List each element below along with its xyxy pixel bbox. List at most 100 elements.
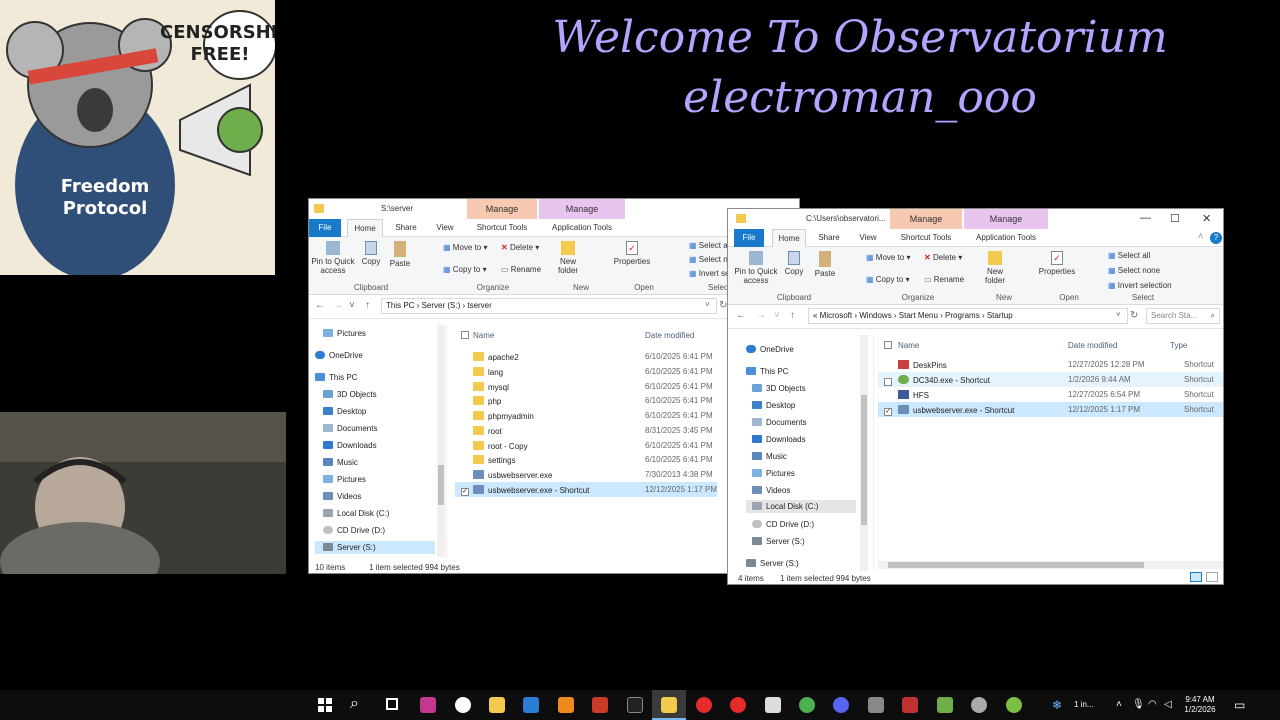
tab-home[interactable]: Home [772,229,806,247]
new-folder-button[interactable]: New folder [980,251,1010,285]
app-icon-red[interactable] [592,697,608,713]
refresh-icon[interactable]: ↻ [1130,310,1138,321]
properties-button[interactable]: ✓ Properties [1038,251,1076,276]
breadcrumb-2[interactable]: Start Menu [899,311,938,320]
app-icon-lime[interactable] [1006,697,1022,713]
details-view-icon[interactable] [1190,572,1202,582]
rename-button[interactable]: ▭ Rename [501,265,541,274]
paste-button[interactable]: Paste [812,251,838,278]
tray-notification-label[interactable]: 1 in... [1074,690,1094,720]
start-icon[interactable] [318,698,332,712]
nav-item-videos[interactable]: Videos [752,486,790,495]
invert-selection-button[interactable]: ▦ Invert se [689,269,729,278]
discord-icon[interactable] [833,697,849,713]
vlc-icon[interactable] [558,697,574,713]
address-dropdown-icon[interactable]: ˅ [705,300,710,309]
opera-icon[interactable] [696,697,712,713]
tab-application-tools[interactable]: Application Tools [968,229,1044,247]
explorer-window-startup[interactable]: C:\Users\observatori... Manage Manage — … [727,208,1224,585]
breadcrumb-0[interactable]: This PC [386,301,414,310]
horizontal-scroll-thumb[interactable] [888,562,1144,568]
up-icon[interactable]: ↑ [365,300,370,311]
file-list[interactable]: Name Date modified Type DeskPins 12/27/20… [878,335,1223,571]
back-icon[interactable]: ← [315,300,325,311]
column-date-modified[interactable]: Date modified [1068,341,1117,350]
horizontal-scrollbar[interactable] [878,561,1223,569]
select-all-button[interactable]: ▦ Select all [1108,251,1150,260]
show-hidden-icons[interactable]: ˄ [1116,690,1122,720]
delete-button[interactable]: ✕ Delete ▾ [501,243,539,252]
copy-button[interactable]: Copy [359,241,383,266]
tab-manage-shortcut[interactable]: Manage [890,209,962,229]
tab-manage-application[interactable]: Manage [964,209,1048,229]
breadcrumb-4[interactable]: Startup [987,311,1013,320]
nav-item-cd-drive[interactable]: CD Drive (D:) [323,526,385,535]
pin-quick-access-button[interactable]: Pin to Quick access [311,241,355,275]
navigation-pane[interactable]: OneDrive This PC 3D Objects Desktop Docu… [728,335,874,571]
task-view-icon[interactable] [386,698,398,710]
search-icon[interactable]: ⌕ [350,695,359,713]
tab-shortcut-tools[interactable]: Shortcut Tools [892,229,960,247]
nav-item-server-root[interactable]: Server (S:) [746,559,799,568]
nav-scroll-thumb[interactable] [438,465,444,505]
properties-button[interactable]: ✓ Properties [613,241,651,266]
new-folder-button[interactable]: New folder [553,241,583,275]
nav-item-server[interactable]: Server (S:) [315,541,435,554]
nav-item-downloads[interactable]: Downloads [323,441,377,450]
file-row[interactable]: HFS 12/27/2025 6:54 PM Shortcut [878,387,1223,402]
notifications-icon[interactable]: ▭ [1234,690,1245,720]
select-all-checkbox[interactable] [884,340,892,350]
up-icon[interactable]: ↑ [790,310,795,321]
tab-view[interactable]: View [429,219,461,237]
tab-share[interactable]: Share [812,229,846,247]
copy-to-button[interactable]: ▦ Copy to ▾ [443,265,487,274]
weather-snow-icon[interactable]: ❄ [1052,690,1062,720]
nav-item-music[interactable]: Music [752,452,787,461]
nav-scrollbar[interactable] [437,325,445,557]
forward-icon[interactable]: → [756,310,766,321]
move-to-button[interactable]: ▦ Move to ▾ [866,253,911,262]
tab-share[interactable]: Share [389,219,423,237]
select-none-button[interactable]: ▦ Select none [1108,266,1160,275]
close-icon[interactable]: ✕ [1202,212,1211,225]
back-icon[interactable]: ← [736,310,746,321]
chrome-icon[interactable] [799,697,815,713]
nav-item-this-pc[interactable]: This PC [315,373,357,382]
breadcrumb-0[interactable]: Microsoft [820,311,852,320]
nav-item-local-disk[interactable]: Local Disk (C:) [746,500,856,513]
delete-button[interactable]: ✕ Delete ▾ [924,253,962,262]
tab-view[interactable]: View [852,229,884,247]
nav-item-server[interactable]: Server (S:) [752,537,805,546]
nav-item-desktop[interactable]: Desktop [752,401,795,410]
large-icons-view-icon[interactable] [1206,572,1218,582]
app-icon-1[interactable] [420,697,436,713]
tab-application-tools[interactable]: Application Tools [545,219,619,237]
nav-item-documents[interactable]: Documents [323,424,377,433]
nav-scrollbar[interactable] [860,335,868,571]
tab-manage-application[interactable]: Manage [539,199,625,219]
nav-item-this-pc[interactable]: This PC [746,367,788,376]
file-row-hover[interactable]: DC340.exe - Shortcut 1/2/2026 9:44 AM Shor… [878,372,1223,387]
file-explorer-icon[interactable] [661,697,677,713]
column-date-modified[interactable]: Date modified [645,331,694,340]
nav-item-pictures-pinned[interactable]: Pictures [323,329,366,338]
app-icon-circle[interactable] [455,697,471,713]
move-to-button[interactable]: ▦ Move to ▾ [443,243,488,252]
row-checkbox[interactable] [884,378,892,386]
row-checkbox[interactable]: ✓ [461,488,469,496]
clock[interactable]: 9:47 AM 1/2/2026 [1180,695,1220,715]
nav-item-3d-objects[interactable]: 3D Objects [752,384,806,393]
address-bar[interactable]: This PC › Server (S:) › tserver [381,298,717,314]
store-icon[interactable] [489,697,505,713]
breadcrumb-2[interactable]: tserver [467,301,491,310]
breadcrumb-3[interactable]: Programs [945,311,980,320]
nav-item-3d-objects[interactable]: 3D Objects [323,390,377,399]
copy-button[interactable]: Copy [782,251,806,276]
tab-file[interactable]: File [309,219,341,237]
invert-selection-button[interactable]: ▦ Invert selection [1108,281,1172,290]
paste-button[interactable]: Paste [387,241,413,268]
tab-file[interactable]: File [734,229,764,247]
file-row-selected[interactable]: ✓ usbwebserver.exe - Shortcut 12/12/2025 1… [455,482,717,497]
nav-item-onedrive[interactable]: OneDrive [315,351,363,360]
select-all-checkbox[interactable] [461,330,469,340]
